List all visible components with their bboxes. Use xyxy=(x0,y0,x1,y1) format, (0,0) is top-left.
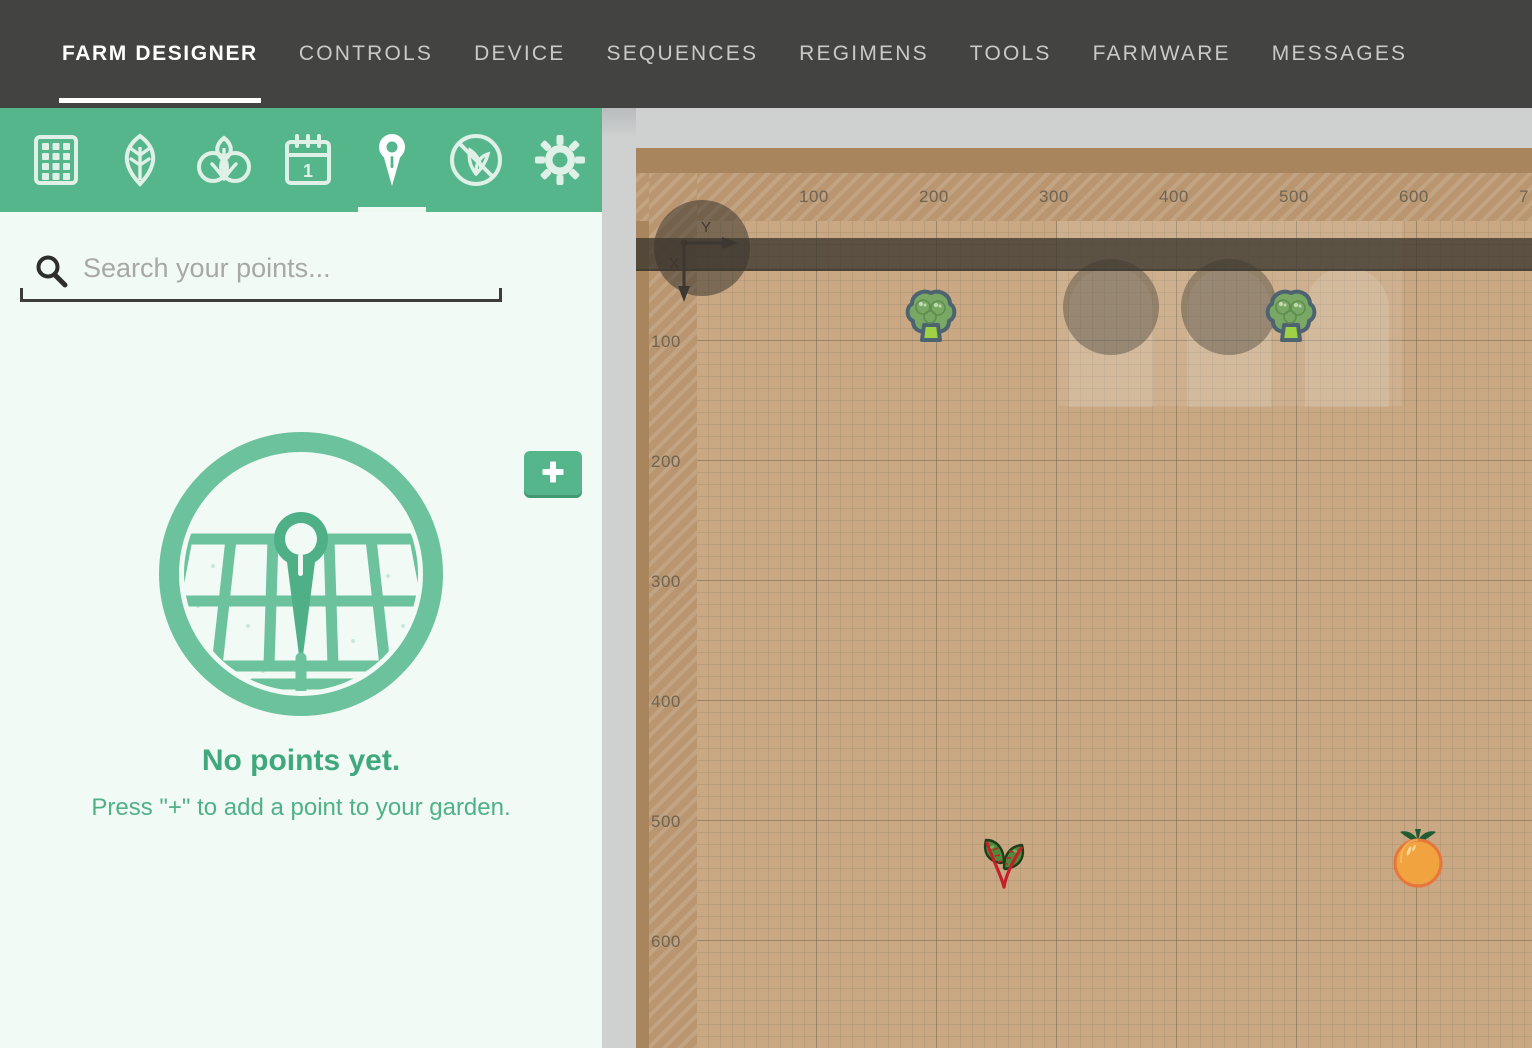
axis-indicator: X Y xyxy=(636,210,786,330)
search-row xyxy=(0,212,602,322)
empty-state: No points yet. Press "+" to add a point … xyxy=(0,426,602,822)
axis-label-y: Y xyxy=(701,219,711,236)
sidebar-item-settings[interactable] xyxy=(518,108,602,212)
empty-state-title: No points yet. xyxy=(0,744,602,778)
nav-item-tools[interactable]: TOOLS xyxy=(970,0,1052,108)
plants-icon xyxy=(197,134,251,186)
sidebar-item-events[interactable]: 1 xyxy=(266,108,350,212)
x-tick-label: 200 xyxy=(919,187,949,207)
plant-swiss-chard[interactable] xyxy=(977,829,1029,889)
weeds-icon xyxy=(448,132,504,188)
nav-item-regimens[interactable]: REGIMENS xyxy=(799,0,929,108)
nav-item-controls[interactable]: CONTROLS xyxy=(299,0,433,108)
x-tick-label: 7 xyxy=(1519,187,1529,207)
points-map-pin-illustration xyxy=(0,426,602,722)
points-panel: 1 xyxy=(0,108,602,1048)
calendar-icon: 1 xyxy=(284,134,332,186)
y-tick-label: 300 xyxy=(651,572,681,592)
svg-text:1: 1 xyxy=(303,161,313,181)
plant-orange[interactable] xyxy=(1387,824,1449,888)
tool-icon[interactable] xyxy=(1063,259,1159,355)
x-tick-label: 100 xyxy=(799,187,829,207)
panel-map-divider xyxy=(602,108,636,1048)
garden-map[interactable]: 1002003004005006007 10020030040050060070… xyxy=(636,108,1532,1048)
sidebar-item-plant[interactable] xyxy=(98,108,182,212)
y-tick-label: 100 xyxy=(651,332,681,352)
gear-icon xyxy=(535,135,585,185)
nav-item-farmware[interactable]: FARMWARE xyxy=(1093,0,1231,108)
garden-grid[interactable] xyxy=(697,221,1532,1048)
x-tick-label: 600 xyxy=(1399,187,1429,207)
axis-label-x: X xyxy=(669,255,679,272)
search-input[interactable] xyxy=(83,246,493,290)
y-tick-label: 200 xyxy=(651,452,681,472)
nav-item-farm-designer[interactable]: FARM DESIGNER xyxy=(62,0,258,108)
nav-item-sequences[interactable]: SEQUENCES xyxy=(607,0,759,108)
x-tick-label: 400 xyxy=(1159,187,1189,207)
sidebar-item-points[interactable] xyxy=(350,108,434,212)
leaf-icon xyxy=(117,133,163,187)
y-tick-label: 400 xyxy=(651,692,681,712)
plant-broccoli[interactable] xyxy=(902,287,960,345)
search-field-wrapper xyxy=(20,246,502,302)
designer-icon-bar: 1 xyxy=(0,108,602,212)
farm-designer-app: FARM DESIGNER CONTROLS DEVICE SEQUENCES REGI… xyxy=(0,0,1532,1048)
nav-item-device[interactable]: DEVICE xyxy=(474,0,565,108)
map-pin-icon xyxy=(375,132,409,188)
sidebar-item-plants-grid[interactable] xyxy=(14,108,98,212)
nav-item-messages[interactable]: MESSAGES xyxy=(1272,0,1407,108)
sidebar-item-groups[interactable] xyxy=(182,108,266,212)
x-tick-label: 500 xyxy=(1279,187,1309,207)
map-frame: 1002003004005006007 10020030040050060070… xyxy=(636,148,1532,1048)
plant-broccoli[interactable] xyxy=(1262,287,1320,345)
top-navigation-bar: FARM DESIGNER CONTROLS DEVICE SEQUENCES REGI… xyxy=(0,0,1532,108)
grid-icon xyxy=(34,135,78,185)
sidebar-item-weeds[interactable] xyxy=(434,108,518,212)
search-underline xyxy=(20,288,502,302)
x-tick-label: 300 xyxy=(1039,187,1069,207)
empty-state-subtitle: Press "+" to add a point to your garden. xyxy=(0,794,602,822)
y-tick-label: 500 xyxy=(651,812,681,832)
y-tick-label: 600 xyxy=(651,932,681,952)
